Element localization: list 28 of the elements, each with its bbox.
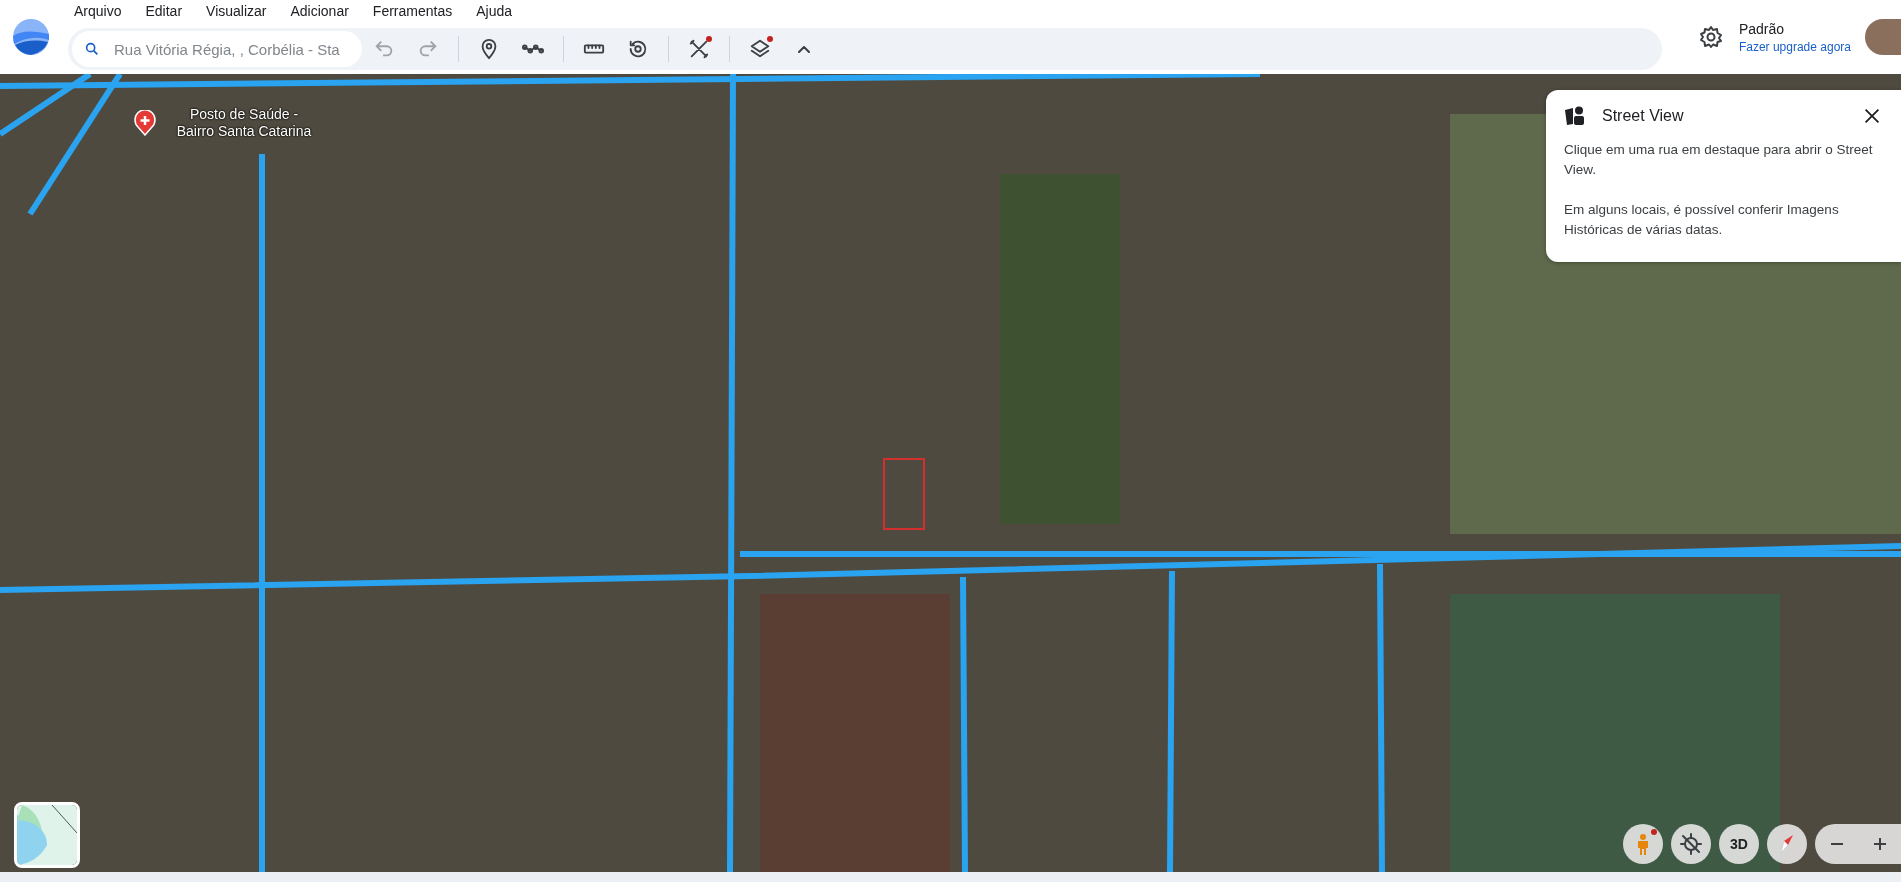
menu-item[interactable]: Adicionar [276, 3, 359, 19]
menu-item[interactable]: Ferramentas [358, 3, 463, 19]
selection-outline [883, 458, 925, 530]
menu-item[interactable]: Arquivo [60, 3, 132, 19]
tools-icon [688, 38, 710, 60]
plan-label: Padrão [1738, 20, 1786, 37]
panel-text: Clique em uma rua em destaque para abrir o Street View. [1564, 141, 1874, 179]
street-view-icon [1564, 106, 1586, 126]
layers-icon [749, 38, 771, 60]
upgrade-link[interactable]: Fazer upgrade agora [1738, 39, 1851, 54]
chevron-up-icon [798, 45, 810, 53]
crossed-target-icon [1679, 832, 1703, 856]
search-bar[interactable]: Rua Vitória Régia, , Corbélia - Sta [72, 31, 362, 67]
history-icon [627, 38, 649, 60]
hospital-marker-icon[interactable] [134, 110, 156, 136]
menu-item[interactable]: Editar [131, 3, 193, 19]
panel-title: Street View [1602, 107, 1685, 125]
menu-item[interactable]: Visualizar [192, 3, 277, 19]
search-icon [84, 41, 100, 57]
minimap-drawing [17, 805, 77, 865]
place-label[interactable]: Posto de Saúde - Bairro Santa Catarina [170, 106, 318, 140]
avatar[interactable] [1865, 19, 1901, 55]
panel-text: Em alguns locais, é possível conferir Imagens Históricas de várias datas. [1564, 201, 1840, 239]
settings-icon[interactable] [1698, 25, 1723, 49]
menu-item[interactable]: Ajuda [462, 3, 523, 19]
minus-icon [1829, 843, 1844, 845]
app-logo [12, 18, 50, 56]
search-field[interactable]: Rua Vitória Régia, , Corbélia - Sta [112, 39, 356, 59]
